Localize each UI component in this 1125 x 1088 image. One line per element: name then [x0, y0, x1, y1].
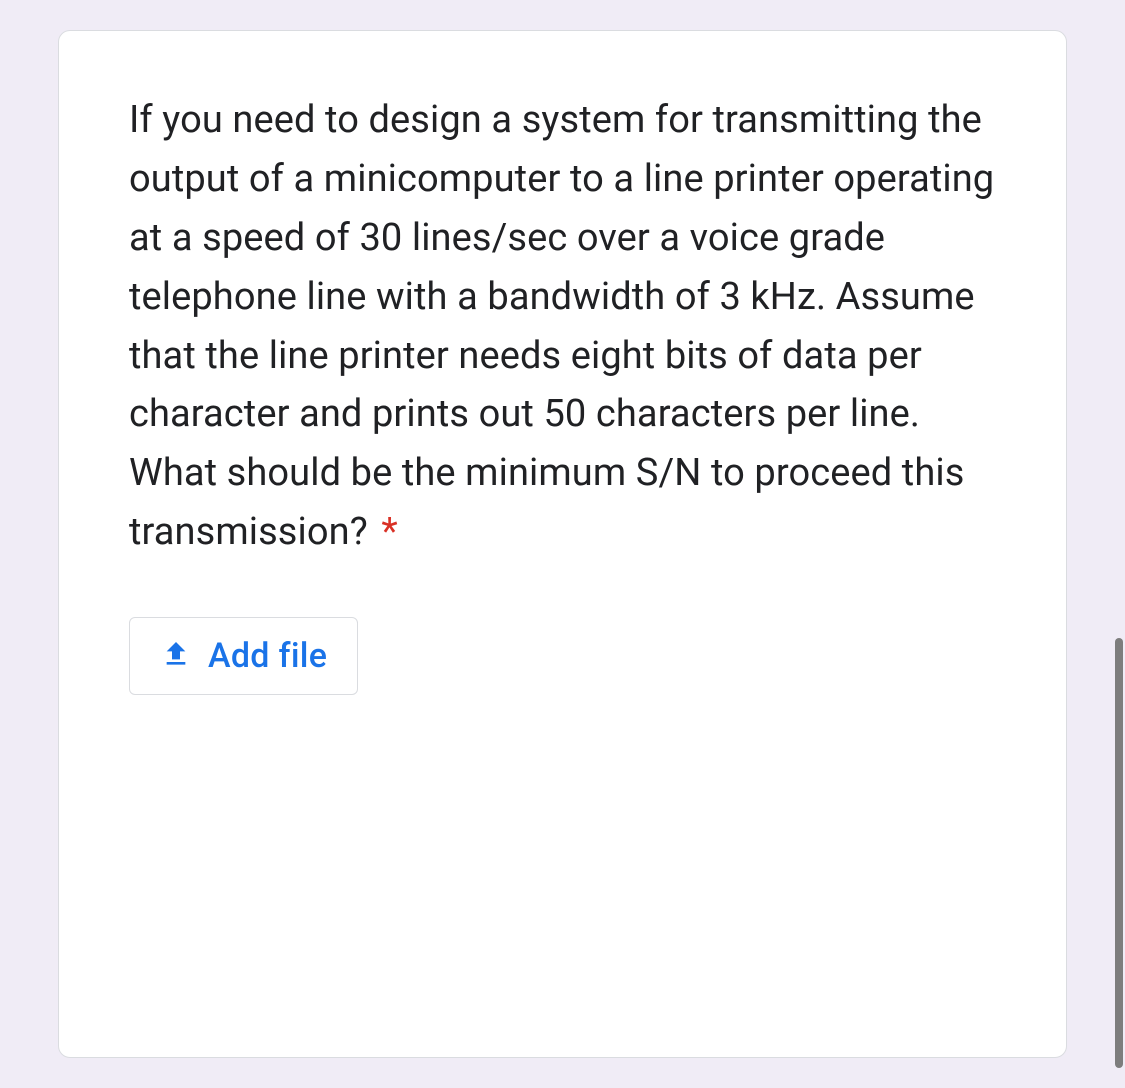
upload-icon: [160, 638, 192, 674]
question-body: If you need to design a system for trans…: [129, 98, 994, 554]
required-asterisk: *: [381, 510, 397, 554]
question-text: If you need to design a system for trans…: [129, 91, 996, 562]
add-file-button[interactable]: Add file: [129, 617, 358, 695]
scrollbar-thumb[interactable]: [1115, 638, 1123, 1068]
add-file-label: Add file: [208, 636, 327, 676]
question-card: If you need to design a system for trans…: [58, 30, 1067, 1058]
